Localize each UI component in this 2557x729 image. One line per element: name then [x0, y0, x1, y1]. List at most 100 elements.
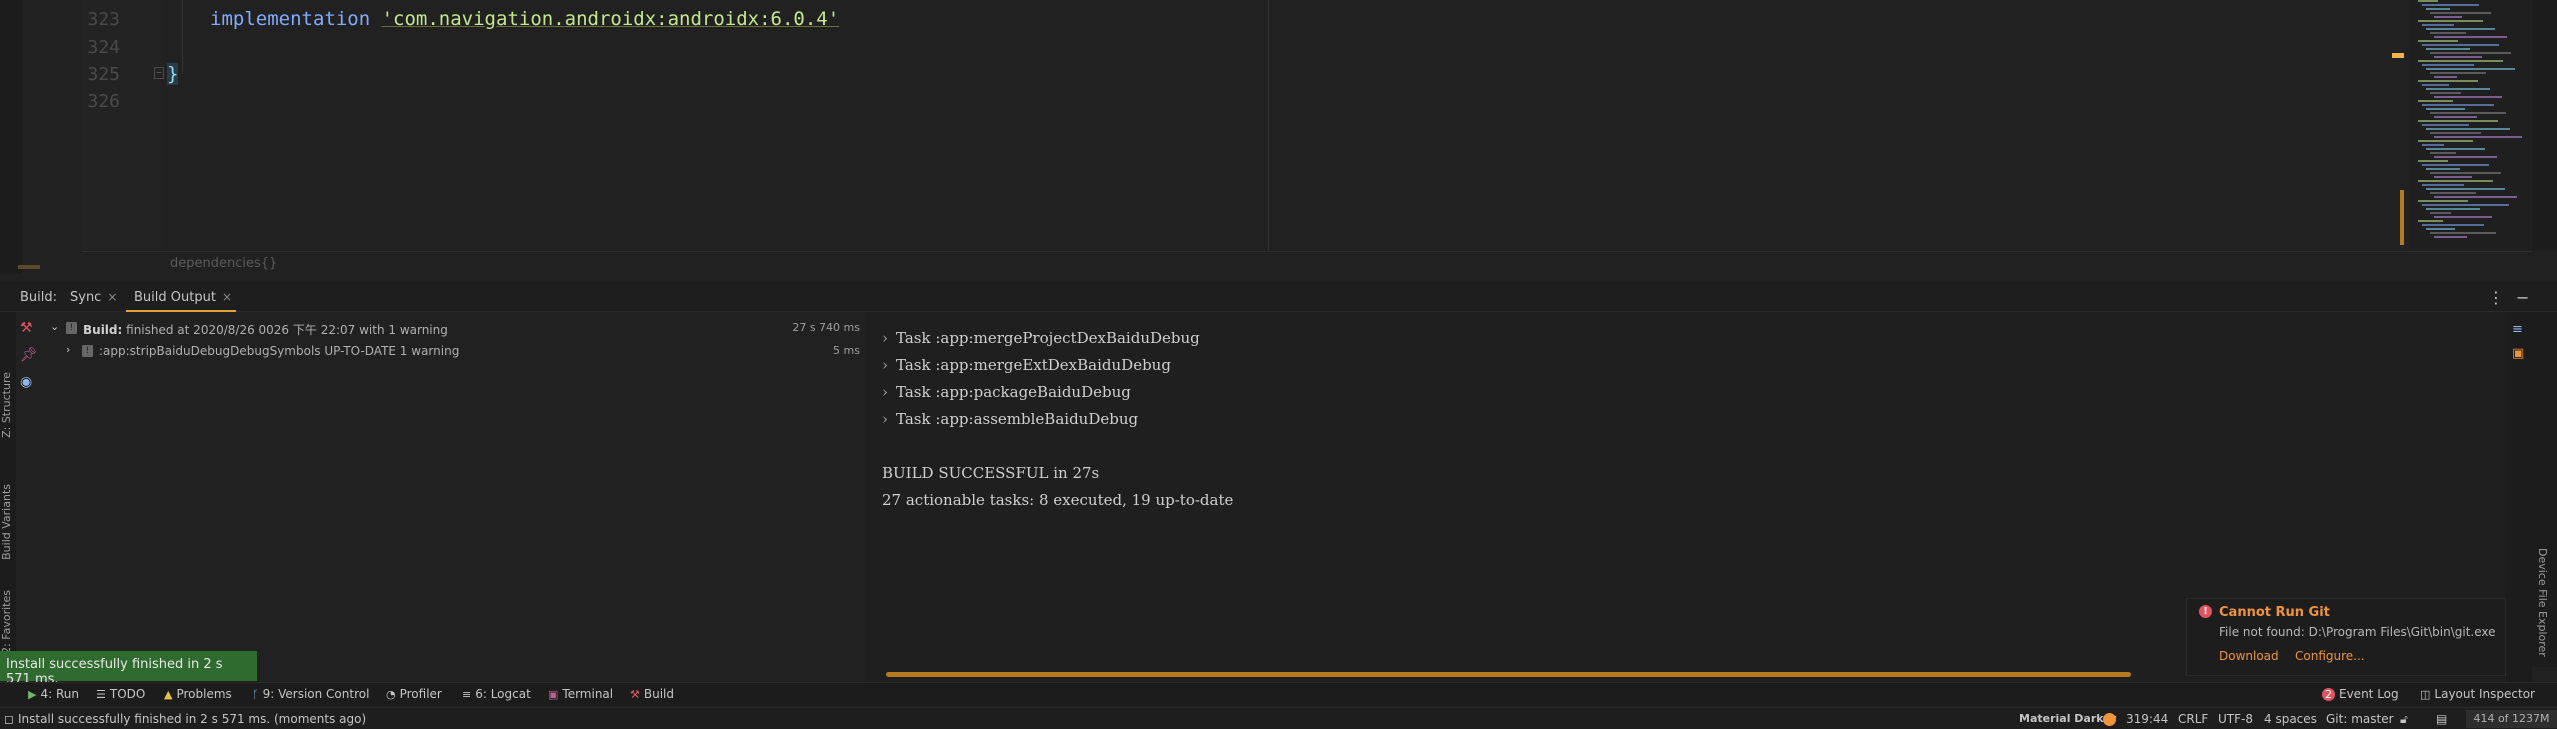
minimap-line — [2422, 224, 2484, 226]
line-number: 326 — [87, 91, 120, 112]
tab-sync[interactable]: Sync × — [70, 282, 117, 312]
more-vertical-icon[interactable]: ⋮ — [2488, 288, 2504, 307]
warning-icon: ! — [82, 345, 93, 357]
status-bar: ◻ Install successfully finished in 2 s 57… — [0, 707, 2557, 729]
close-icon[interactable]: × — [107, 290, 117, 304]
chevron-right-icon[interactable]: › — [66, 343, 70, 356]
run-button[interactable]: ▶ 4: Run — [28, 687, 79, 701]
tool-window-bar: ▶ 4: Run ☰ TODO ▲ Problems ᚴ 9: Version Cont… — [0, 682, 2557, 706]
memory-indicator[interactable]: 414 of 1237M — [2466, 710, 2557, 728]
layout-inspector-button[interactable]: ◫ Layout Inspector — [2420, 687, 2535, 701]
side-tab-favorites[interactable]: 2: Favorites — [0, 590, 16, 654]
line-number: 323 — [87, 9, 120, 30]
minimap-line — [2418, 100, 2453, 102]
fold-icon[interactable]: − — [154, 67, 164, 79]
list-icon: ☰ — [96, 688, 106, 701]
minimap-line — [2430, 72, 2486, 74]
minimap-line — [2430, 32, 2466, 34]
close-icon[interactable]: × — [222, 290, 232, 304]
minimap-line — [2422, 64, 2474, 66]
todo-button[interactable]: ☰ TODO — [96, 687, 145, 701]
breadcrumb[interactable]: dependencies{} — [170, 256, 277, 271]
tree-row-root[interactable]: ⌄ ! Build: finished at 2020/8/26 0026 下午… — [40, 318, 860, 340]
play-icon: ▶ — [28, 688, 37, 701]
line-separator[interactable]: CRLF — [2178, 712, 2208, 726]
minimap-line — [2434, 156, 2497, 158]
side-tab-build-variants[interactable]: Build Variants — [0, 484, 16, 560]
git-branch[interactable]: Git: master — [2326, 712, 2394, 726]
tree-root-prefix: Build: — [83, 323, 123, 337]
strip-marker — [18, 265, 40, 269]
profiler-button[interactable]: ◔ Profiler — [386, 687, 442, 701]
terminal-button[interactable]: ▣ Terminal — [548, 687, 613, 701]
console-build-result: BUILD SUCCESSFUL in 27s — [882, 464, 1100, 482]
minimap-line — [2418, 140, 2473, 142]
minimap-line — [2426, 28, 2495, 30]
chevron-down-icon[interactable]: ⌄ — [50, 320, 59, 333]
event-icon[interactable]: ▤ — [2436, 712, 2447, 726]
file-encoding[interactable]: UTF-8 — [2218, 712, 2253, 726]
minimap-line — [2434, 56, 2482, 58]
minimap-line — [2422, 204, 2509, 206]
code-line[interactable]: } — [167, 63, 179, 85]
minimap-line — [2422, 104, 2494, 106]
download-link[interactable]: Download — [2219, 649, 2279, 663]
console-horizontal-scrollbar[interactable] — [886, 672, 2131, 677]
console-task-line: › Task :app:packageBaiduDebug — [882, 383, 1131, 401]
eye-icon[interactable]: ◉ — [20, 374, 32, 390]
minimap-line — [2422, 124, 2469, 126]
soft-wrap-icon[interactable]: ≡ — [2512, 322, 2523, 337]
build-button[interactable]: ⚒ Build — [630, 687, 674, 701]
side-tab-device-file-explorer[interactable]: Device File Explorer — [2536, 548, 2549, 657]
status-icon: ◻ — [4, 712, 14, 726]
warning-icon: ▲ — [164, 688, 173, 701]
minimap-line — [2426, 208, 2480, 210]
indent-guide — [182, 0, 183, 74]
version-control-button[interactable]: ᚴ 9: Version Control — [252, 687, 369, 701]
code-string: 'com.navigation.androidx:androidx:6.0.4' — [381, 8, 840, 30]
branch-icon: ᚴ — [252, 688, 259, 701]
tree-root-text: finished at 2020/8/26 0026 下午 22:07 with… — [126, 323, 448, 337]
minimap-line — [2422, 84, 2449, 86]
indent-setting[interactable]: 4 spaces — [2264, 712, 2317, 726]
minimap-line — [2418, 180, 2493, 182]
tree-root-time: 27 s 740 ms — [792, 321, 860, 334]
theme-name[interactable]: Material Darker — [2019, 712, 2116, 725]
tree-child-time: 5 ms — [833, 344, 860, 357]
console-build-summary: 27 actionable tasks: 8 executed, 19 up-t… — [882, 491, 1234, 509]
minimap-marker — [2392, 53, 2404, 58]
line-number: 325 — [87, 64, 120, 85]
tab-label: Sync — [70, 290, 102, 305]
theme-icon[interactable] — [2103, 713, 2116, 726]
minimap-line — [2426, 168, 2460, 170]
chevron-right-icon: › — [882, 356, 888, 374]
caret-position[interactable]: 319:44 — [2126, 712, 2168, 726]
console-task-line: › Task :app:mergeExtDexBaiduDebug — [882, 356, 1171, 374]
minimap-line — [2418, 20, 2483, 22]
configure-link[interactable]: Configure... — [2295, 649, 2365, 663]
install-success-toast[interactable]: Install successfully finished in 2 s 571… — [0, 651, 257, 687]
side-tab-structure[interactable]: Z: Structure — [0, 372, 16, 438]
code-editor[interactable]: 323 324 325 326 − implementation 'com.na… — [0, 0, 2557, 274]
code-minimap[interactable] — [2410, 0, 2530, 250]
code-line[interactable]: implementation 'com.navigation.androidx:… — [210, 8, 839, 30]
tree-row-child[interactable]: › ! :app:stripBaiduDebugDebugSymbols UP-… — [40, 341, 860, 363]
minimap-line — [2430, 192, 2476, 194]
editor-scrollbar[interactable] — [2532, 0, 2557, 250]
logcat-button[interactable]: ≡ 6: Logcat — [462, 687, 531, 701]
event-log-button[interactable]: 2 Event Log — [2322, 687, 2399, 701]
lock-icon[interactable]: 🔓︎ — [2400, 712, 2408, 727]
scroll-to-end-icon[interactable]: ▣ — [2512, 346, 2524, 361]
console-task-line: › Task :app:mergeProjectDexBaiduDebug — [882, 329, 1200, 347]
minimize-icon[interactable]: − — [2516, 288, 2529, 307]
pin-icon[interactable]: 📌︎ — [20, 347, 38, 363]
hammer-icon[interactable]: ⚒ — [20, 320, 33, 336]
inspector-icon: ◫ — [2420, 688, 2431, 701]
status-message[interactable]: ◻ Install successfully finished in 2 s 57… — [4, 712, 366, 726]
problems-button[interactable]: ▲ Problems — [164, 687, 232, 701]
chevron-right-icon: › — [882, 329, 888, 347]
minimap-line — [2434, 96, 2502, 98]
error-icon: ! — [2199, 605, 2212, 618]
tab-build-output[interactable]: Build Output × — [126, 282, 236, 312]
minimap-viewport[interactable] — [2400, 190, 2404, 245]
